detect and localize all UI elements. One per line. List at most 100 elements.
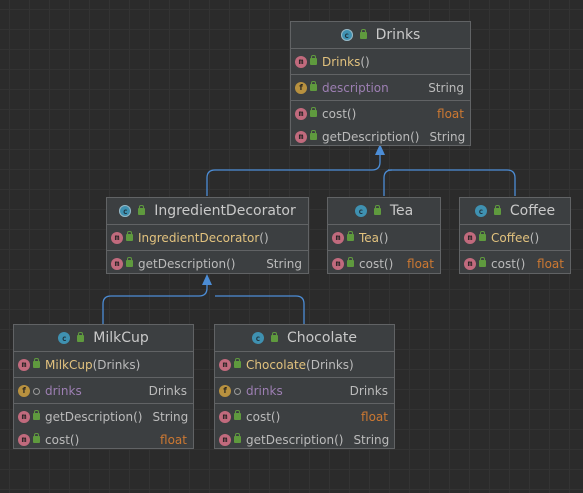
method-icon: m (219, 410, 231, 423)
method-icon: m (219, 433, 231, 446)
field-name: drinks (246, 383, 283, 398)
method-name: cost (491, 256, 516, 271)
method-row[interactable]: m cost() float (460, 252, 570, 275)
constructor-params: (Drinks) (306, 357, 354, 372)
method-row[interactable]: m getDescription() String (215, 428, 394, 451)
class-icon: c (354, 205, 367, 217)
method-name: getDescription (322, 129, 411, 144)
constructor-name: Drinks (322, 54, 361, 69)
method-return-type: float (361, 409, 388, 424)
methods-section: m cost() float m getDescription() String (215, 404, 394, 452)
constructors-section: m Tea() (328, 225, 440, 251)
method-icon: m (464, 231, 476, 244)
method-row[interactable]: m getDescription() String (291, 125, 470, 148)
override-method-icon: m (111, 257, 123, 270)
method-row[interactable]: m cost() float (291, 102, 470, 125)
method-icon: m (332, 231, 344, 244)
field-row[interactable]: f drinks Drinks (215, 379, 394, 402)
methods-section: m getDescription() String m cost() float (14, 404, 193, 452)
abstract-class-icon: c (119, 205, 132, 217)
constructors-section: m Chocolate (Drinks) (215, 352, 394, 378)
class-chocolate[interactable]: c Chocolate m Chocolate (Drinks) f drinks… (214, 324, 395, 449)
edge-coffee-to-drinks (388, 169, 516, 196)
class-ingredient-decorator[interactable]: c IngredientDecorator m IngredientDecora… (106, 197, 309, 274)
method-params: () (410, 129, 420, 144)
class-title: IngredientDecorator (154, 203, 296, 219)
method-params: () (226, 256, 236, 271)
method-params: () (270, 409, 281, 424)
public-icon (310, 55, 317, 65)
public-icon (138, 204, 146, 215)
method-return-type: String (266, 256, 302, 271)
method-return-type: float (160, 432, 187, 447)
public-icon (126, 231, 133, 241)
field-icon: f (219, 384, 231, 397)
abstract-class-icon: c (340, 29, 353, 41)
constructor-params: () (259, 230, 269, 245)
method-return-type: float (407, 256, 434, 271)
methods-section: m cost() float (328, 251, 440, 276)
class-milkcup[interactable]: c MilkCup m MilkCup (Drinks) f drinks Dri… (13, 324, 194, 449)
class-icon: c (58, 332, 71, 344)
public-icon (479, 231, 486, 241)
method-icon: m (18, 410, 30, 423)
class-title: Coffee (509, 203, 556, 219)
methods-section: m cost() float (460, 251, 570, 276)
constructor-row[interactable]: m Tea() (328, 226, 440, 249)
constructor-params: () (379, 230, 389, 245)
class-coffee[interactable]: c Coffee m Coffee() m cost() float (459, 197, 571, 274)
edge-ingredient-to-drinks (206, 150, 381, 196)
constructor-name: Tea (359, 230, 380, 245)
method-return-type: String (353, 432, 390, 447)
method-params: () (346, 106, 357, 121)
class-header: c Chocolate (215, 325, 394, 352)
method-row[interactable]: m getDescription() String (14, 405, 193, 428)
field-row[interactable]: f drinks Drinks (14, 379, 193, 402)
constructor-row[interactable]: m Chocolate (Drinks) (215, 353, 394, 376)
constructor-params: (Drinks) (92, 357, 141, 372)
method-params: () (383, 256, 394, 271)
method-name: cost (359, 256, 384, 271)
class-header: c Coffee (460, 198, 570, 225)
fields-section: f drinks Drinks (215, 378, 394, 404)
public-icon (347, 257, 354, 267)
package-private-icon (234, 387, 241, 395)
edge-tea-to-drinks (383, 169, 393, 196)
method-icon: m (18, 433, 30, 446)
constructor-row[interactable]: m MilkCup (Drinks) (14, 353, 193, 376)
class-header: c Tea (328, 198, 440, 225)
method-row[interactable]: m cost() float (14, 428, 193, 451)
constructor-row[interactable]: m Coffee() (460, 226, 570, 249)
public-icon (33, 433, 40, 443)
field-type: Drinks (148, 383, 187, 398)
constructor-name: IngredientDecorator (138, 230, 260, 245)
method-params: () (133, 409, 143, 424)
constructor-row[interactable]: m Drinks() (291, 50, 470, 73)
public-icon (77, 331, 85, 342)
public-icon (270, 331, 278, 342)
method-row[interactable]: m cost() float (328, 252, 440, 275)
constructor-params: () (529, 230, 540, 245)
method-icon: m (295, 55, 307, 68)
method-params: () (515, 256, 526, 271)
constructor-row[interactable]: m IngredientDecorator() (107, 226, 308, 249)
public-icon (359, 28, 367, 39)
public-icon (234, 410, 241, 420)
method-return-type: float (437, 106, 464, 121)
method-return-type: String (429, 129, 466, 144)
class-icon: c (251, 332, 264, 344)
method-row[interactable]: m cost() float (215, 405, 394, 428)
class-header: c MilkCup (14, 325, 193, 352)
package-private-icon (33, 387, 40, 395)
method-row[interactable]: m getDescription() String (107, 252, 308, 275)
constructors-section: m Coffee() (460, 225, 570, 251)
class-tea[interactable]: c Tea m Tea() m cost() float (327, 197, 441, 274)
public-icon (33, 358, 40, 368)
method-name: getDescription (138, 256, 227, 271)
class-drinks[interactable]: c Drinks m Drinks() f description String… (290, 21, 471, 146)
edge-milkcup-to-ingredient (102, 280, 208, 324)
field-row[interactable]: f description String (291, 76, 470, 99)
public-icon (310, 130, 317, 140)
class-icon: c (474, 205, 487, 217)
method-name: cost (45, 432, 70, 447)
